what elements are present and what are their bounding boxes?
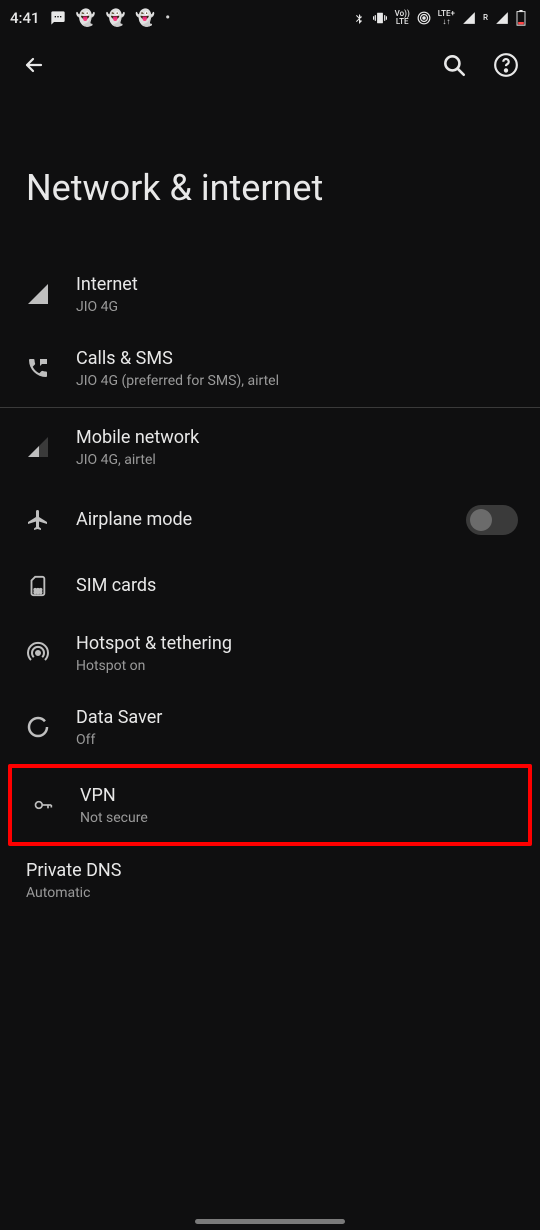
bluetooth-icon [353, 11, 365, 25]
item-title: Airplane mode [76, 508, 466, 532]
calls-sms-item[interactable]: Calls & SMS JIO 4G (preferred for SMS), … [0, 331, 540, 405]
settings-list: Internet JIO 4G Calls & SMS JIO 4G (pref… [0, 257, 540, 918]
item-subtitle: JIO 4G, airtel [76, 452, 518, 468]
help-button[interactable] [490, 49, 522, 81]
signal-icon [495, 11, 509, 25]
item-subtitle: Off [76, 732, 518, 748]
volte-icon: Vo))LTE [395, 10, 410, 26]
mobile-network-item[interactable]: Mobile network JIO 4G, airtel [0, 410, 540, 484]
more-notifications-icon: • [165, 10, 170, 26]
item-title: Private DNS [26, 859, 518, 883]
lte-plus-icon: LTE+↓↑ [438, 10, 455, 26]
item-subtitle: JIO 4G (preferred for SMS), airtel [76, 373, 518, 389]
sim-icon [26, 574, 76, 598]
item-title: Mobile network [76, 426, 518, 450]
status-right: Vo))LTE LTE+↓↑ R [353, 10, 526, 26]
status-left: 4:41 👻 👻 👻 • [10, 8, 170, 27]
roaming-icon: R [483, 14, 488, 22]
hotspot-status-icon [417, 11, 431, 25]
vibrate-icon [372, 11, 388, 25]
item-title: VPN [80, 784, 506, 808]
item-title: Calls & SMS [76, 347, 518, 371]
back-button[interactable] [18, 49, 50, 81]
data-saver-item[interactable]: Data Saver Off [0, 690, 540, 764]
battery-low-icon [516, 10, 526, 26]
divider [0, 407, 540, 408]
signal-partial-icon [26, 435, 76, 459]
data-saver-icon [26, 715, 76, 739]
internet-item[interactable]: Internet JIO 4G [0, 257, 540, 331]
item-title: Data Saver [76, 706, 518, 730]
notification-icon: 👻 [76, 8, 96, 27]
vpn-highlight: VPN Not secure [8, 764, 532, 846]
message-icon [50, 10, 66, 26]
hotspot-item[interactable]: Hotspot & tethering Hotspot on [0, 616, 540, 690]
notification-icon: 👻 [105, 8, 125, 27]
status-bar: 4:41 👻 👻 👻 • Vo))LTE LTE+↓↑ R [0, 0, 540, 31]
nav-handle[interactable] [195, 1219, 345, 1224]
signal-icon [462, 11, 476, 25]
item-subtitle: JIO 4G [76, 299, 518, 315]
vpn-item[interactable]: VPN Not secure [12, 768, 528, 842]
private-dns-item[interactable]: Private DNS Automatic [0, 846, 540, 918]
item-subtitle: Not secure [80, 810, 506, 826]
item-title: Internet [76, 273, 518, 297]
phone-message-icon [26, 356, 76, 380]
signal-full-icon [26, 282, 76, 306]
airplane-toggle[interactable] [466, 505, 518, 535]
toggle-knob [470, 509, 492, 531]
airplane-mode-item[interactable]: Airplane mode [0, 484, 540, 556]
item-subtitle: Hotspot on [76, 658, 518, 674]
hotspot-icon [26, 641, 76, 665]
search-button[interactable] [438, 49, 470, 81]
key-icon [30, 795, 80, 815]
item-title: SIM cards [76, 574, 518, 598]
sim-cards-item[interactable]: SIM cards [0, 556, 540, 616]
notification-icon: 👻 [135, 8, 155, 27]
app-bar [0, 31, 540, 89]
item-title: Hotspot & tethering [76, 632, 518, 656]
status-time: 4:41 [10, 9, 40, 27]
airplane-icon [26, 508, 76, 532]
item-subtitle: Automatic [26, 885, 518, 901]
page-title: Network & internet [0, 89, 540, 257]
